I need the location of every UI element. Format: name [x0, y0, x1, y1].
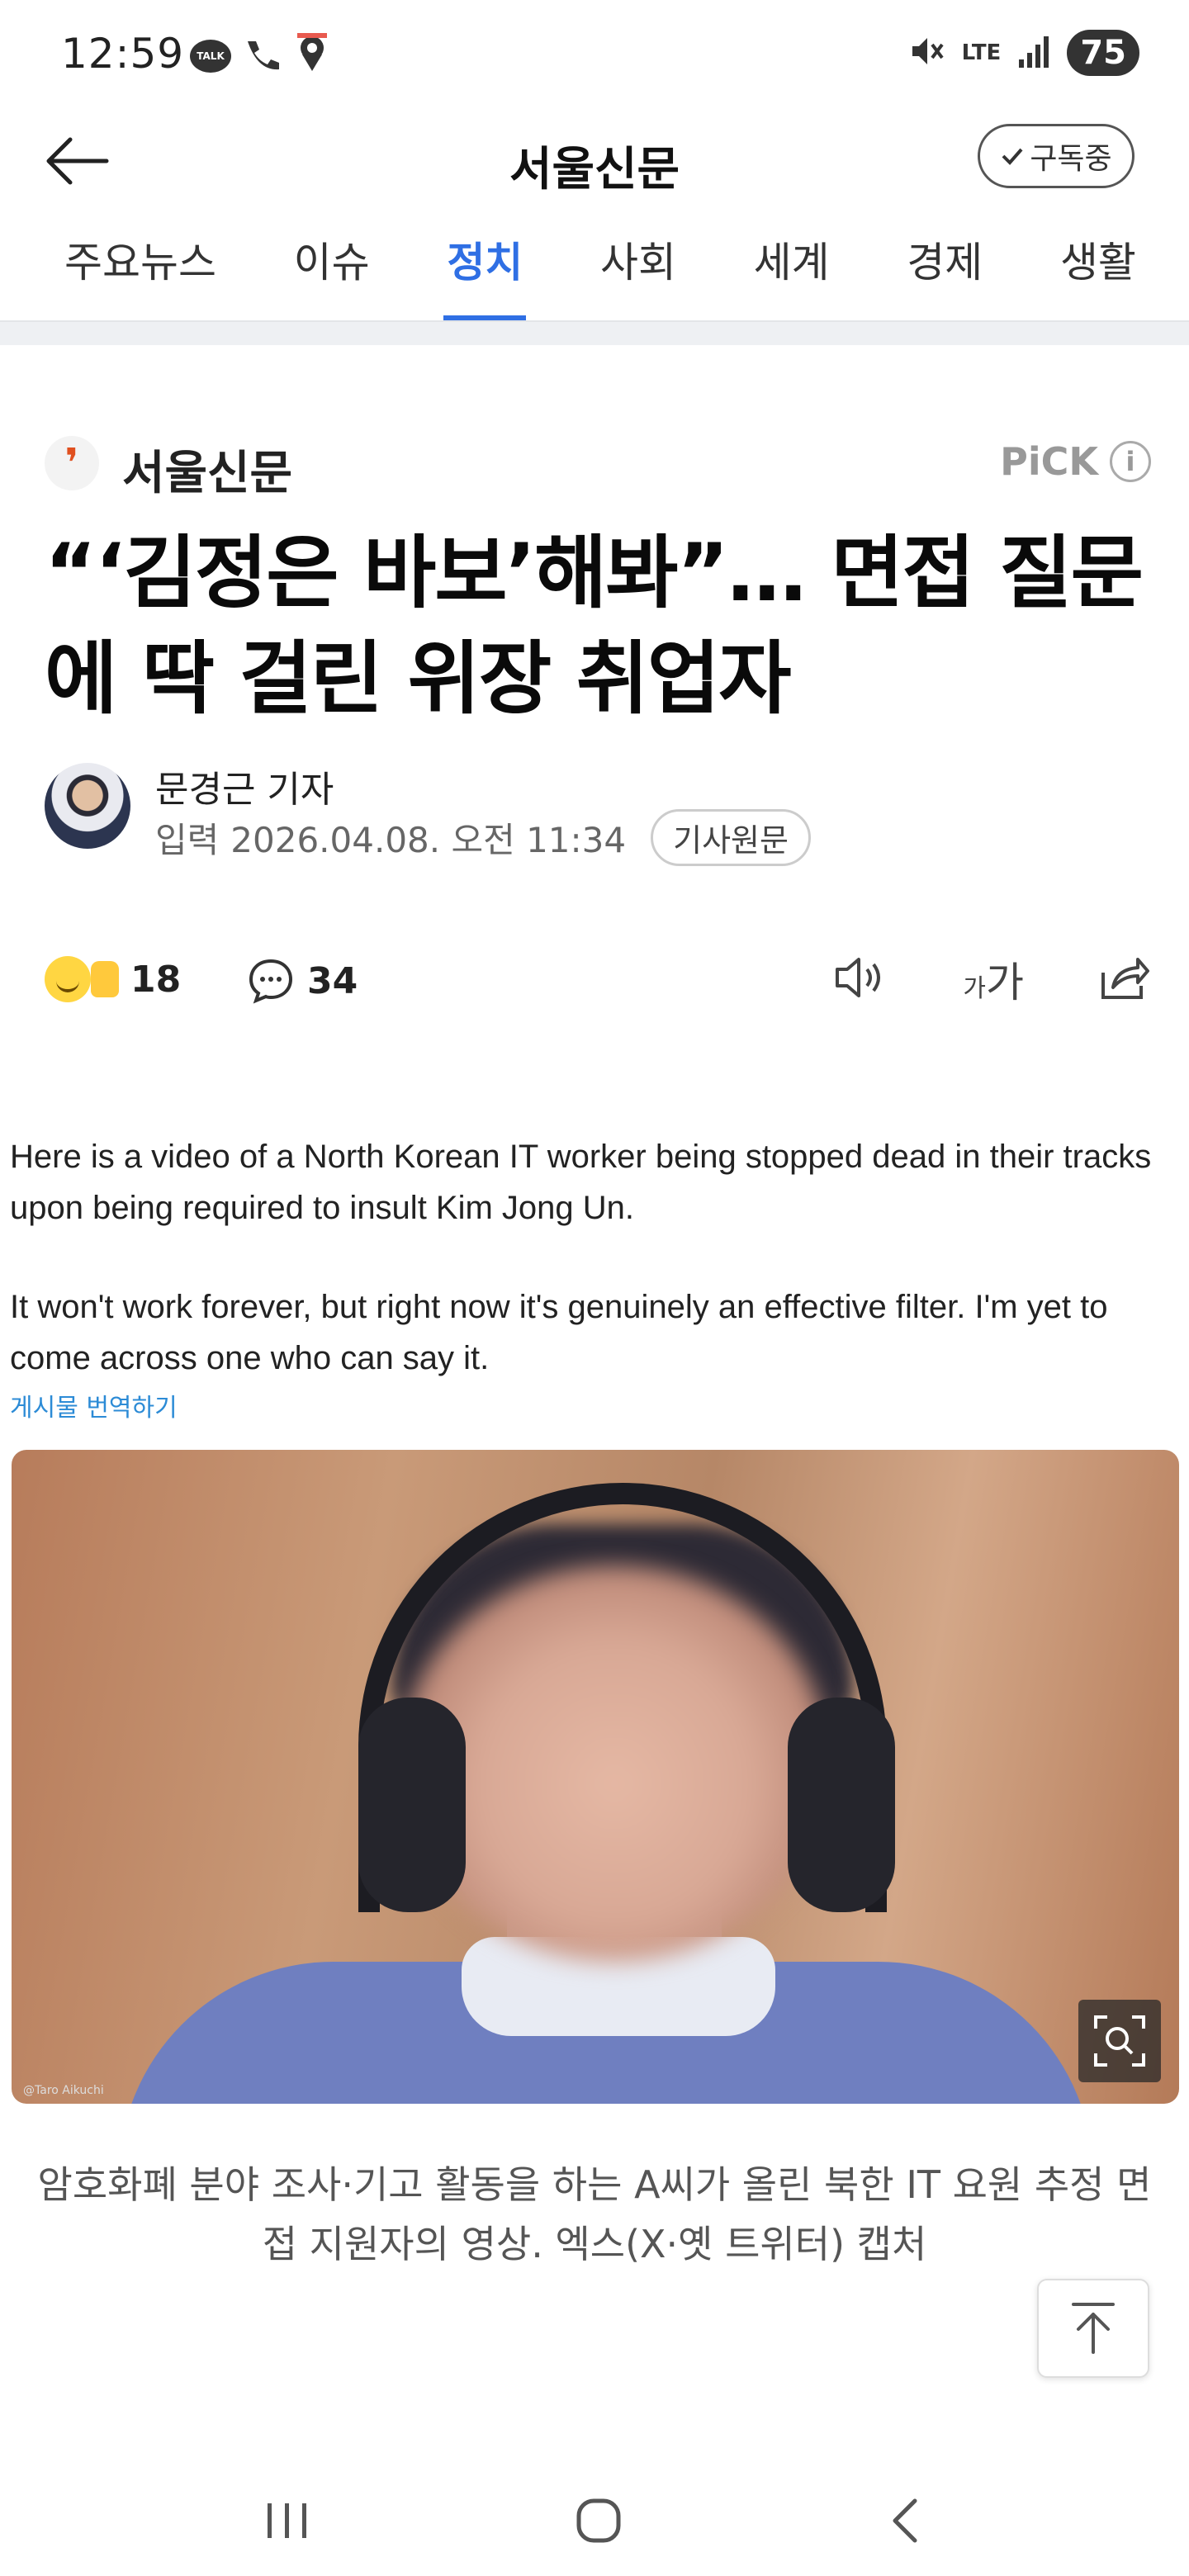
- pick-label: PiCK: [1000, 439, 1098, 484]
- headphone-right-cup: [788, 1698, 895, 1912]
- check-icon: [1002, 148, 1023, 165]
- category-tabs: 주요뉴스 이슈 정치 사회 세계 경제 생활: [0, 215, 1189, 322]
- press-logo-icon[interactable]: ❜: [45, 436, 99, 490]
- publish-date: 입력 2026.04.08. 오전 11:34 기사원문: [155, 809, 811, 866]
- tab-life[interactable]: 생활: [1060, 215, 1136, 322]
- back-nav-icon[interactable]: [885, 2496, 926, 2549]
- translate-post-link: 게시물 번역하기: [10, 1394, 178, 1423]
- subscribe-button[interactable]: 구독중: [978, 124, 1135, 188]
- arrow-up-icon: [1072, 2303, 1115, 2354]
- article-headline: “‘김정은 바보’해봐”… 면접 질문에 딱 걸린 위장 취업자: [45, 527, 1144, 725]
- embedded-tweet-image: Here is a video of a North Korean IT wor…: [0, 1123, 1189, 2114]
- tab-economy[interactable]: 경제: [907, 215, 983, 322]
- app-header: 서울신문 구독중: [0, 107, 1189, 215]
- info-icon[interactable]: i: [1110, 441, 1151, 482]
- scroll-to-top-button[interactable]: [1037, 2279, 1149, 2378]
- article-actions: 18 34 가가: [45, 949, 1151, 1016]
- tab-society[interactable]: 사회: [600, 215, 676, 322]
- comment-icon: [249, 959, 293, 1004]
- reaction-button[interactable]: 18: [45, 956, 181, 1002]
- tweet-paragraph-2: It won't work forever, but right now it'…: [10, 1289, 1108, 1376]
- photo-credit: @Taro Aikuchi: [23, 2084, 104, 2097]
- press-name[interactable]: 서울신문: [122, 436, 292, 503]
- font-size-small-glyph: 가: [963, 974, 986, 1003]
- reaction-count: 18: [130, 958, 182, 1001]
- press-row: ❜ 서울신문 PiCK i: [45, 429, 1151, 500]
- author-avatar[interactable]: [45, 763, 130, 849]
- tts-speaker-icon[interactable]: [832, 953, 890, 1006]
- system-nav-bar: [0, 2469, 1189, 2576]
- interview-video-still[interactable]: @Taro Aikuchi: [12, 1450, 1179, 2104]
- font-size-large-glyph: 가: [986, 959, 1024, 1006]
- mute-icon: [907, 31, 947, 74]
- home-icon[interactable]: [574, 2496, 623, 2549]
- date-label: 입력: [155, 820, 220, 860]
- section-divider: [0, 320, 1189, 345]
- smile-emoji-icon: [45, 956, 91, 1002]
- location-icon: [294, 33, 330, 79]
- subscribe-label: 구독중: [1030, 142, 1112, 176]
- pick-badge: PiCK i: [1000, 439, 1151, 484]
- tweet-paragraph-1: Here is a video of a North Korean IT wor…: [10, 1139, 1152, 1226]
- share-icon[interactable]: [1097, 953, 1151, 1006]
- image-caption: 암호화폐 분야 조사·기고 활동을 하는 A씨가 올린 북한 IT 요원 추정 …: [37, 2162, 1152, 2266]
- date-value: 2026.04.08. 오전 11:34: [230, 820, 627, 860]
- status-bar: 12:59 TALK LTE 75: [0, 0, 1189, 107]
- article-tools: 가가: [832, 949, 1151, 1009]
- status-time: 12:59: [61, 30, 185, 78]
- tab-issue[interactable]: 이슈: [294, 215, 370, 322]
- signal-icon: [1016, 33, 1052, 73]
- zoom-search-icon: [1094, 2015, 1145, 2067]
- original-article-button[interactable]: 기사원문: [651, 809, 811, 866]
- tweet-text: Here is a video of a North Korean IT wor…: [10, 1131, 1182, 1384]
- recent-apps-icon[interactable]: [263, 2500, 312, 2545]
- font-size-button[interactable]: 가가: [963, 949, 1024, 1009]
- system-icons: LTE 75: [907, 30, 1139, 76]
- author-name[interactable]: 문경근 기자: [155, 760, 334, 812]
- comment-count: 34: [307, 959, 358, 1002]
- headphone-left-cup: [358, 1698, 466, 1912]
- battery-indicator: 75: [1067, 30, 1139, 76]
- notification-icons: TALK: [190, 33, 330, 79]
- tab-main-news[interactable]: 주요뉴스: [64, 215, 216, 322]
- lte-icon: LTE: [961, 40, 1002, 65]
- image-zoom-button[interactable]: [1078, 2000, 1161, 2082]
- tab-world[interactable]: 세계: [754, 215, 830, 322]
- tab-politics[interactable]: 정치: [443, 215, 527, 322]
- kakaotalk-icon: TALK: [190, 40, 231, 73]
- comment-button[interactable]: 34: [246, 956, 358, 1006]
- author-row: 문경근 기자 입력 2026.04.08. 오전 11:34 기사원문: [45, 760, 1151, 866]
- phone-icon: [241, 36, 284, 76]
- thumbs-up-icon: [91, 961, 119, 997]
